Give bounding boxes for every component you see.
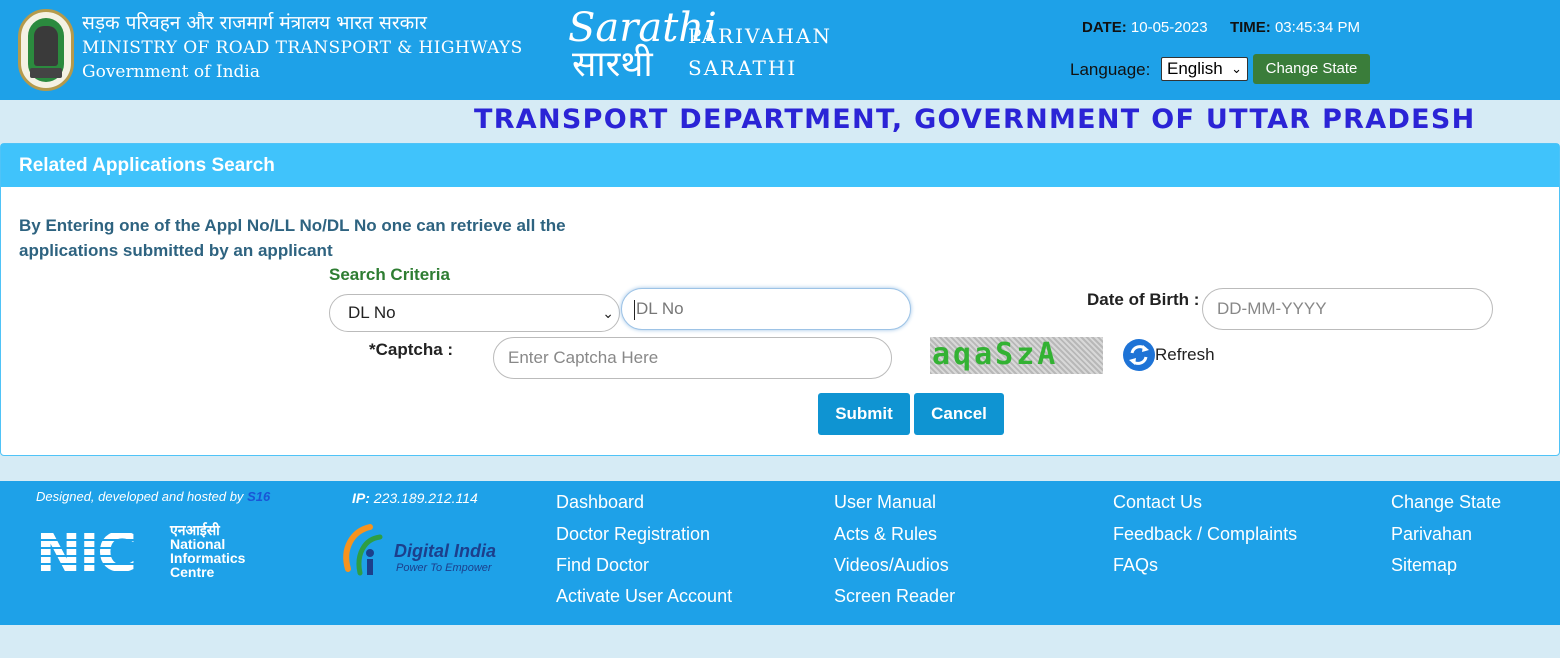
footer-link-faqs[interactable]: FAQs xyxy=(1113,555,1158,576)
date-label: DATE: xyxy=(1082,19,1127,36)
footer-link-contact-us[interactable]: Contact Us xyxy=(1113,492,1202,513)
ministry-title: सड़क परिवहन और राजमार्ग मंत्रालय भारत सर… xyxy=(82,10,523,84)
date-value: 10-05-2023 xyxy=(1130,19,1208,36)
submit-button[interactable]: Submit xyxy=(818,393,910,435)
captcha-text: aqaSzA xyxy=(932,337,1059,372)
captcha-input[interactable]: Enter Captcha Here xyxy=(493,337,892,379)
captcha-image: aqaSzA xyxy=(930,337,1103,374)
dob-input[interactable]: DD-MM-YYYY xyxy=(1202,288,1493,330)
footer-link-acts-rules[interactable]: Acts & Rules xyxy=(834,524,937,545)
ministry-hindi: सड़क परिवहन और राजमार्ग मंत्रालय भारत सर… xyxy=(82,12,427,34)
footer-link-sitemap[interactable]: Sitemap xyxy=(1391,555,1457,576)
footer-link-screen-reader[interactable]: Screen Reader xyxy=(834,586,955,607)
text-cursor xyxy=(634,299,635,320)
ministry-english: MINISTRY OF ROAD TRANSPORT & HIGHWAYS xyxy=(82,38,523,58)
refresh-icon[interactable] xyxy=(1123,339,1155,371)
nic-text: एनआईसी National Informatics Centre xyxy=(170,523,245,579)
search-panel: Related Applications Search By Entering … xyxy=(0,143,1560,456)
sarathi-logo-hindi: सारथी xyxy=(572,43,653,84)
dl-number-input[interactable]: DL No xyxy=(621,288,911,330)
intro-text: By Entering one of the Appl No/LL No/DL … xyxy=(19,216,566,260)
time-value: 03:45:34 PM xyxy=(1274,19,1361,36)
sarathi-logo: Sarathi सारथी xyxy=(568,8,717,88)
site-footer: Designed, developed and hosted by S16 IP… xyxy=(0,481,1560,625)
footer-link-parivahan[interactable]: Parivahan xyxy=(1391,524,1472,545)
chevron-down-icon: ⌄ xyxy=(1231,61,1242,76)
digital-india-name: Digital India xyxy=(394,541,497,561)
footer-link-doctor-registration[interactable]: Doctor Registration xyxy=(556,524,710,545)
footer-link-find-doctor[interactable]: Find Doctor xyxy=(556,555,649,576)
search-criteria-select[interactable]: DL No ⌄ xyxy=(329,294,620,332)
digital-india-logo: Digital India Power To Empower xyxy=(340,521,515,583)
captcha-label: *Captcha : xyxy=(369,340,454,359)
nic-line1: National xyxy=(170,536,226,552)
cancel-button[interactable]: Cancel xyxy=(914,393,1004,435)
change-state-button[interactable]: Change State xyxy=(1253,54,1370,84)
footer-link-dashboard[interactable]: Dashboard xyxy=(556,492,644,513)
search-criteria-selected: DL No xyxy=(348,303,396,322)
national-emblem-icon xyxy=(18,9,74,91)
brand-line-sarathi: SARATHI xyxy=(688,56,798,80)
nic-line3: Centre xyxy=(170,564,215,580)
government-label: Government of India xyxy=(82,62,260,82)
dl-number-placeholder: DL No xyxy=(636,299,684,318)
ip-label: IP: xyxy=(352,490,370,506)
brand-name: PARIVAHAN SARATHI xyxy=(688,20,832,84)
language-select[interactable]: English ⌄ xyxy=(1161,57,1248,81)
digital-india-swirl-icon xyxy=(343,524,383,576)
language-label: Language: xyxy=(1070,60,1151,79)
designed-by-text: Designed, developed and hosted by xyxy=(36,489,244,504)
chevron-down-icon: ⌄ xyxy=(602,305,614,321)
dob-label: Date of Birth : xyxy=(1087,290,1200,309)
search-criteria-label: Search Criteria xyxy=(329,265,450,284)
footer-link-feedback-complaints[interactable]: Feedback / Complaints xyxy=(1113,524,1297,545)
designed-by-s16[interactable]: S16 xyxy=(247,489,270,504)
site-header: सड़क परिवहन और राजमार्ग मंत्रालय भारत सर… xyxy=(0,0,1560,100)
nic-line2: Informatics xyxy=(170,550,246,566)
footer-link-user-manual[interactable]: User Manual xyxy=(834,492,936,513)
digital-india-tagline: Power To Empower xyxy=(396,562,492,574)
date-time: DATE: 10-05-2023 TIME: 03:45:34 PM xyxy=(1082,19,1360,36)
time-label: TIME: xyxy=(1229,19,1271,36)
footer-link-videos-audios[interactable]: Videos/Audios xyxy=(834,555,949,576)
nic-mark-icon: NIC xyxy=(36,521,137,584)
footer-link-activate-user-account[interactable]: Activate User Account xyxy=(556,586,732,607)
designed-by: Designed, developed and hosted by S16 xyxy=(36,489,270,504)
language-selected: English xyxy=(1167,59,1223,78)
ip-address: IP: 223.189.212.114 xyxy=(352,490,478,506)
department-title: TRANSPORT DEPARTMENT, GOVERNMENT OF UTTA… xyxy=(474,104,1476,135)
panel-title: Related Applications Search xyxy=(1,144,1559,187)
nic-hindi: एनआईसी xyxy=(170,522,220,538)
footer-link-change-state[interactable]: Change State xyxy=(1391,492,1501,513)
nic-logo: NIC एनआईसी National Informatics Centre xyxy=(36,523,266,583)
ip-value: 223.189.212.114 xyxy=(373,490,478,506)
brand-line-parivahan: PARIVAHAN xyxy=(688,24,832,48)
refresh-link[interactable]: Refresh xyxy=(1155,345,1215,365)
